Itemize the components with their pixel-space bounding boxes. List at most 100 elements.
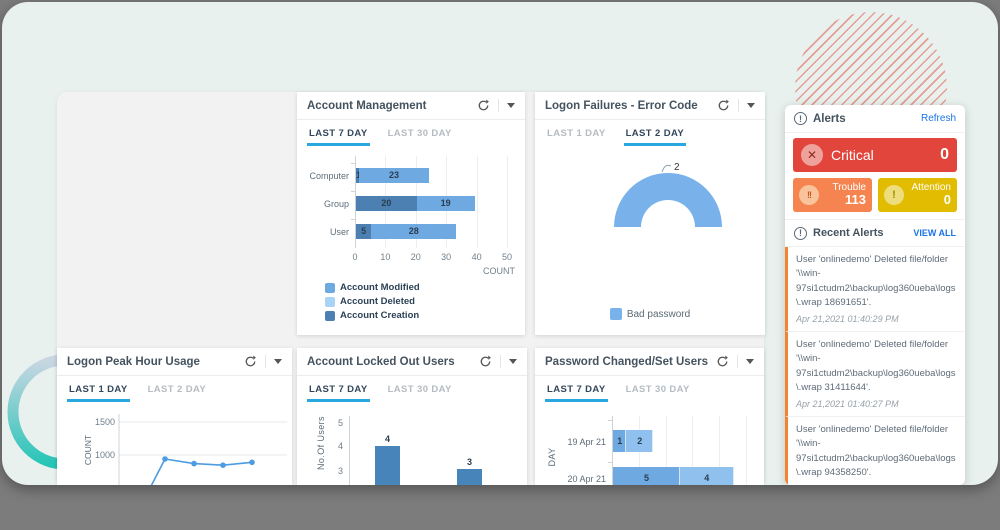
bar-value-label: 23 [388, 170, 399, 180]
alert-list-item[interactable]: User 'onlinedemo' Deleted file/folder '\… [785, 247, 965, 332]
legend-swatch [325, 282, 335, 293]
tab-last-30-day[interactable]: LAST 30 DAY [626, 376, 690, 402]
category-label: Computer [309, 171, 349, 181]
refresh-icon[interactable] [477, 99, 490, 112]
panel-controls [477, 99, 515, 112]
gridline [746, 416, 747, 485]
alert-message: User 'onlinedemo' Deleted file/folder '\… [796, 254, 956, 308]
gridline [507, 156, 508, 248]
bar-value-label: 4 [704, 473, 710, 483]
legend-swatch [609, 308, 622, 320]
header-divider [265, 355, 266, 368]
panel-logon-peak-hour-usage: Logon Peak Hour Usage LAST 1 DAY LAST 2 … [57, 348, 292, 485]
refresh-icon[interactable] [244, 355, 257, 368]
bar-value-label: 5 [361, 226, 367, 236]
y-tick [351, 163, 355, 164]
alert-list-item[interactable]: User 'onlinedemo' Deleted file/folder '\… [785, 332, 965, 417]
bar-segment: 5 [613, 467, 680, 485]
bar-segment: 20 [356, 196, 417, 211]
dashboard-surface: Account Management LAST 7 DAY LAST 30 DA… [2, 2, 998, 485]
tab-last-7-day[interactable]: LAST 7 DAY [307, 120, 370, 146]
bar-segment: 4 [680, 467, 734, 485]
tab-last-30-day[interactable]: LAST 30 DAY [388, 376, 452, 402]
plot-area: 19 Apr 21 1 2 20 Apr 21 5 4 [567, 402, 757, 485]
panel-title: Account Management [307, 99, 427, 112]
legend-label: Account Deleted [340, 296, 415, 307]
x-tick-label: 40 [471, 252, 482, 262]
tab-last-2-day[interactable]: LAST 2 DAY [148, 376, 207, 402]
y-tick [351, 191, 355, 192]
tab-last-1-day[interactable]: LAST 1 DAY [67, 376, 130, 402]
legend-label: Bad password [626, 308, 691, 320]
refresh-icon[interactable] [716, 355, 729, 368]
tab-last-7-day[interactable]: LAST 7 DAY [307, 376, 370, 402]
panel-logon-failures: Logon Failures - Error Code LAST 1 DAY L… [535, 92, 765, 335]
panel-account-management: Account Management LAST 7 DAY LAST 30 DA… [297, 92, 525, 335]
panel-header: Account Locked Out Users [297, 348, 527, 376]
tab-last-30-day[interactable]: LAST 30 DAY [388, 120, 452, 146]
chevron-down-icon[interactable] [507, 103, 515, 108]
header-divider [498, 99, 499, 112]
half-donut: 2 [614, 162, 722, 227]
alert-circle-icon: ! [794, 226, 807, 240]
bar-segment: 2 [626, 430, 654, 452]
chevron-down-icon[interactable] [274, 359, 282, 364]
x-axis-title: COUNT [483, 266, 515, 276]
refresh-link[interactable]: Refresh [921, 113, 956, 124]
recent-alerts-title: Recent Alerts [813, 227, 884, 239]
category-label: User [329, 227, 349, 237]
x-tick-label: 10 [380, 252, 391, 262]
alert-list-item[interactable]: User 'onlinedemo' Deleted file/folder '\… [785, 417, 965, 485]
trouble-count: 113 [845, 192, 866, 208]
bar-value-label: 4 [384, 433, 390, 444]
x-tick-label: 20 [410, 252, 421, 262]
panel-title: Logon Peak Hour Usage [67, 355, 200, 368]
y-axis-title: DAY [547, 447, 557, 467]
legend-item: Account Creation [325, 310, 419, 321]
tab-bar: LAST 1 DAY LAST 2 DAY [57, 376, 292, 402]
critical-count: 0 [940, 146, 949, 163]
chevron-down-icon[interactable] [509, 359, 517, 364]
bar-value-label: 1 [617, 436, 623, 446]
tab-last-1-day[interactable]: LAST 1 DAY [547, 120, 606, 146]
tab-bar: LAST 7 DAY LAST 30 DAY [297, 120, 525, 146]
bar-segment: 5 [356, 224, 372, 239]
panel-title: Password Changed/Set Users [545, 355, 708, 368]
tab-bar: LAST 1 DAY LAST 2 DAY [535, 120, 765, 146]
view-all-link[interactable]: VIEW ALL [913, 228, 956, 238]
y-tick [608, 462, 612, 463]
panel-controls [479, 355, 517, 368]
legend-swatch [325, 296, 335, 307]
chevron-down-icon[interactable] [747, 103, 755, 108]
trouble-summary-card[interactable]: !! Trouble 113 [793, 178, 872, 212]
panel-controls [244, 355, 282, 368]
legend-label: Account Creation [340, 310, 420, 321]
panel-title: Logon Failures - Error Code [545, 99, 698, 112]
refresh-icon[interactable] [479, 355, 492, 368]
bar-segment: 23 [359, 168, 429, 183]
legend-item: Account Deleted [325, 296, 415, 307]
panel-header: Logon Peak Hour Usage [57, 348, 292, 376]
svg-text:1000: 1000 [95, 450, 115, 460]
attention-summary-card[interactable]: ! Attention 0 [878, 178, 957, 212]
bar-value-label: 19 [440, 198, 451, 208]
alert-timestamp: Apr 21,2021 01:23:08 PM [796, 484, 957, 485]
tab-last-7-day[interactable]: LAST 7 DAY [545, 376, 608, 402]
refresh-icon[interactable] [717, 99, 730, 112]
panel-header: Logon Failures - Error Code [535, 92, 765, 120]
x-tick-label: 30 [441, 252, 452, 262]
y-axis-title: No.Of Users [316, 416, 326, 470]
alerts-title: Alerts [813, 112, 846, 125]
critical-summary-card[interactable]: ✕ Critical 0 [793, 138, 957, 172]
tab-last-2-day[interactable]: LAST 2 DAY [623, 120, 686, 146]
y-tick-label: 3 [337, 466, 343, 476]
svg-text:1500: 1500 [95, 417, 115, 427]
recent-alerts-list: User 'onlinedemo' Deleted file/folder '\… [785, 247, 965, 485]
chevron-down-icon[interactable] [746, 359, 754, 364]
bar [375, 445, 400, 485]
bar-value-label: 28 [408, 226, 419, 236]
panel-title: Account Locked Out Users [307, 355, 455, 368]
bar-value-label: 5 [643, 473, 649, 483]
attention-bang-icon: ! [884, 185, 904, 205]
recent-alerts-header: ! Recent Alerts VIEW ALL [785, 219, 965, 247]
